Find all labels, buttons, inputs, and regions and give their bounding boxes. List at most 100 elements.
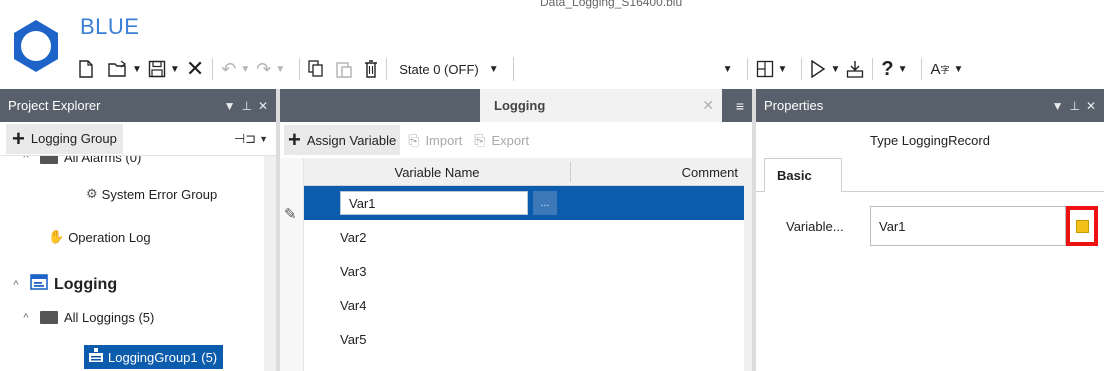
- grid-scrollbar[interactable]: [744, 158, 752, 371]
- variable-name-edit-value: Var1: [349, 195, 376, 211]
- run-play-icon[interactable]: [810, 56, 826, 82]
- variable-property-label: Variable...: [786, 218, 844, 234]
- project-explorer-panel: Project Explorer ▼ ⊥ ✕ + Logging Group ⊣…: [0, 89, 276, 371]
- tree-node-label: All Alarms (0): [64, 156, 142, 165]
- close-x-icon[interactable]: ✕: [186, 56, 204, 82]
- properties-panel: Properties ▼ ⊥ ✕ Type LoggingRecord Basi…: [752, 89, 1104, 371]
- document-menu-icon[interactable]: ≡: [736, 89, 744, 122]
- chevron-up-icon[interactable]: ^: [8, 279, 24, 291]
- pin-icon[interactable]: ⊥: [241, 99, 251, 113]
- tab-logging-label: Logging: [494, 98, 546, 113]
- tree-node-all-alarms[interactable]: ^ All Alarms (0): [18, 156, 141, 165]
- import-button[interactable]: ⎘ Import: [404, 125, 466, 155]
- panel-menu-chevron-icon[interactable]: ▼: [1052, 99, 1064, 113]
- redo-icon[interactable]: ↷: [256, 56, 271, 82]
- state-select[interactable]: State 0 (OFF) ▼: [395, 56, 508, 82]
- plus-icon: +: [12, 125, 25, 151]
- project-explorer-header: Project Explorer ▼ ⊥ ✕: [0, 89, 276, 122]
- help-dropdown-chevron-icon[interactable]: ▼: [898, 64, 908, 75]
- download-icon[interactable]: [846, 56, 864, 82]
- column-header-variable-name[interactable]: Variable Name: [304, 158, 570, 186]
- state-value-field[interactable]: [512, 57, 623, 81]
- pin-options-button[interactable]: ⊣⊐ ▼: [234, 122, 268, 156]
- logging-group-icon: [88, 348, 104, 366]
- panel-menu-chevron-icon[interactable]: ▼: [224, 99, 236, 113]
- toolbar-separator: [872, 58, 874, 80]
- undo-dropdown-chevron-icon[interactable]: ▼: [240, 64, 250, 75]
- variable-picker-button[interactable]: [1066, 206, 1098, 246]
- state-select-chevron-icon[interactable]: ▼: [489, 64, 499, 75]
- copy-icon[interactable]: [308, 56, 324, 82]
- project-explorer-title: Project Explorer: [8, 98, 101, 113]
- pushpin-icon: ⊣⊐: [233, 131, 257, 146]
- state-value-chevron-icon[interactable]: ▼: [723, 64, 733, 75]
- help-icon[interactable]: ?: [881, 56, 893, 82]
- main-toolbar: ▼ ▼ ✕ ↶ ▼ ↷ ▼ State 0 (OFF) ▼ ▼ ▼ ▼ ? ▼ …: [78, 54, 1104, 84]
- variable-name-cell: Var3: [340, 263, 367, 279]
- properties-header: Properties ▼ ⊥ ✕: [756, 89, 1104, 122]
- close-icon[interactable]: ✕: [258, 99, 268, 113]
- table-row[interactable]: Var3: [304, 254, 744, 288]
- toolbar-separator: [212, 58, 214, 80]
- column-header-comment[interactable]: Comment: [571, 158, 744, 186]
- language-dropdown-chevron-icon[interactable]: ▼: [954, 64, 964, 75]
- add-logging-group-button[interactable]: + Logging Group: [6, 123, 123, 154]
- chevron-down-icon: ▼: [259, 134, 268, 144]
- export-button[interactable]: ⎘ Export: [470, 125, 533, 155]
- variable-property-value: Var1: [879, 218, 906, 234]
- toolbar-separator: [386, 58, 388, 80]
- paste-icon[interactable]: [336, 56, 352, 82]
- variable-picker-icon: [1075, 219, 1089, 233]
- gear-link-icon: ⚙: [86, 186, 98, 201]
- save-icon[interactable]: [148, 56, 166, 82]
- variable-name-edit-field[interactable]: Var1: [340, 191, 528, 215]
- export-label: Export: [491, 132, 530, 148]
- open-folder-icon[interactable]: [108, 56, 128, 82]
- close-tab-icon[interactable]: ✕: [702, 97, 714, 114]
- logging-document: Logging ✕ ≡ + Assign Variable ⎘ Import ⎘…: [280, 89, 752, 371]
- undo-icon[interactable]: ↶: [221, 56, 236, 82]
- variables-grid: ✎ Variable Name Comment Var1 ... Var2 Va…: [280, 158, 744, 371]
- table-row[interactable]: Var4: [304, 288, 744, 322]
- delete-trash-icon[interactable]: [364, 56, 378, 82]
- chevron-up-icon[interactable]: ^: [18, 312, 34, 324]
- save-dropdown-chevron-icon[interactable]: ▼: [170, 64, 180, 75]
- variable-name-cell: Var2: [340, 229, 367, 245]
- layout-icon[interactable]: [756, 56, 774, 82]
- title-bar: BLUE Data_Logging_S16400.blu ▼ ▼ ✕ ↶ ▼ ↷…: [0, 0, 1104, 88]
- tab-logging[interactable]: Logging ✕: [480, 89, 722, 122]
- run-dropdown-chevron-icon[interactable]: ▼: [830, 64, 840, 75]
- redo-dropdown-chevron-icon[interactable]: ▼: [275, 64, 285, 75]
- tree-node-logging[interactable]: ^ Logging: [8, 274, 117, 295]
- logging-toolbar: + Assign Variable ⎘ Import ⎘ Export: [280, 122, 752, 158]
- language-icon[interactable]: A字: [930, 56, 949, 82]
- tree-node-operation-log[interactable]: ✋ Operation Log: [48, 229, 151, 245]
- import-icon: ⎘: [408, 131, 420, 148]
- tree-node-label: Operation Log: [68, 229, 151, 245]
- chevron-up-icon[interactable]: ^: [18, 156, 34, 164]
- row-indicator-column: [280, 158, 304, 371]
- browse-variable-button[interactable]: ...: [533, 191, 557, 215]
- variable-property-field[interactable]: Var1: [870, 206, 1066, 246]
- new-file-icon[interactable]: [78, 56, 94, 82]
- folder-icon: [40, 311, 58, 324]
- table-row[interactable]: Var1 ...: [304, 186, 744, 220]
- pin-icon[interactable]: ⊥: [1069, 99, 1079, 113]
- open-dropdown-chevron-icon[interactable]: ▼: [132, 64, 142, 75]
- logging-icon: [30, 274, 48, 295]
- assign-variable-button[interactable]: + Assign Variable: [284, 125, 401, 155]
- project-tree-scrollbar[interactable]: [264, 156, 276, 371]
- tree-node-system-error-group[interactable]: ⚙ System Error Group: [86, 186, 217, 202]
- project-explorer-toolbar: + Logging Group ⊣⊐ ▼: [0, 122, 276, 156]
- pencil-edit-icon: ✎: [284, 206, 297, 223]
- table-row[interactable]: Var5: [304, 322, 744, 356]
- layout-dropdown-chevron-icon[interactable]: ▼: [778, 64, 788, 75]
- tree-node-all-loggings[interactable]: ^ All Loggings (5): [18, 310, 154, 325]
- add-logging-group-label: Logging Group: [30, 131, 117, 146]
- table-row[interactable]: Var2: [304, 220, 744, 254]
- toolbar-separator: [299, 58, 301, 80]
- close-icon[interactable]: ✕: [1086, 99, 1096, 113]
- properties-tab-strip: Basic: [756, 158, 1104, 193]
- tab-basic[interactable]: Basic: [764, 158, 842, 193]
- tree-node-logginggroup1[interactable]: LoggingGroup1 (5): [84, 345, 224, 369]
